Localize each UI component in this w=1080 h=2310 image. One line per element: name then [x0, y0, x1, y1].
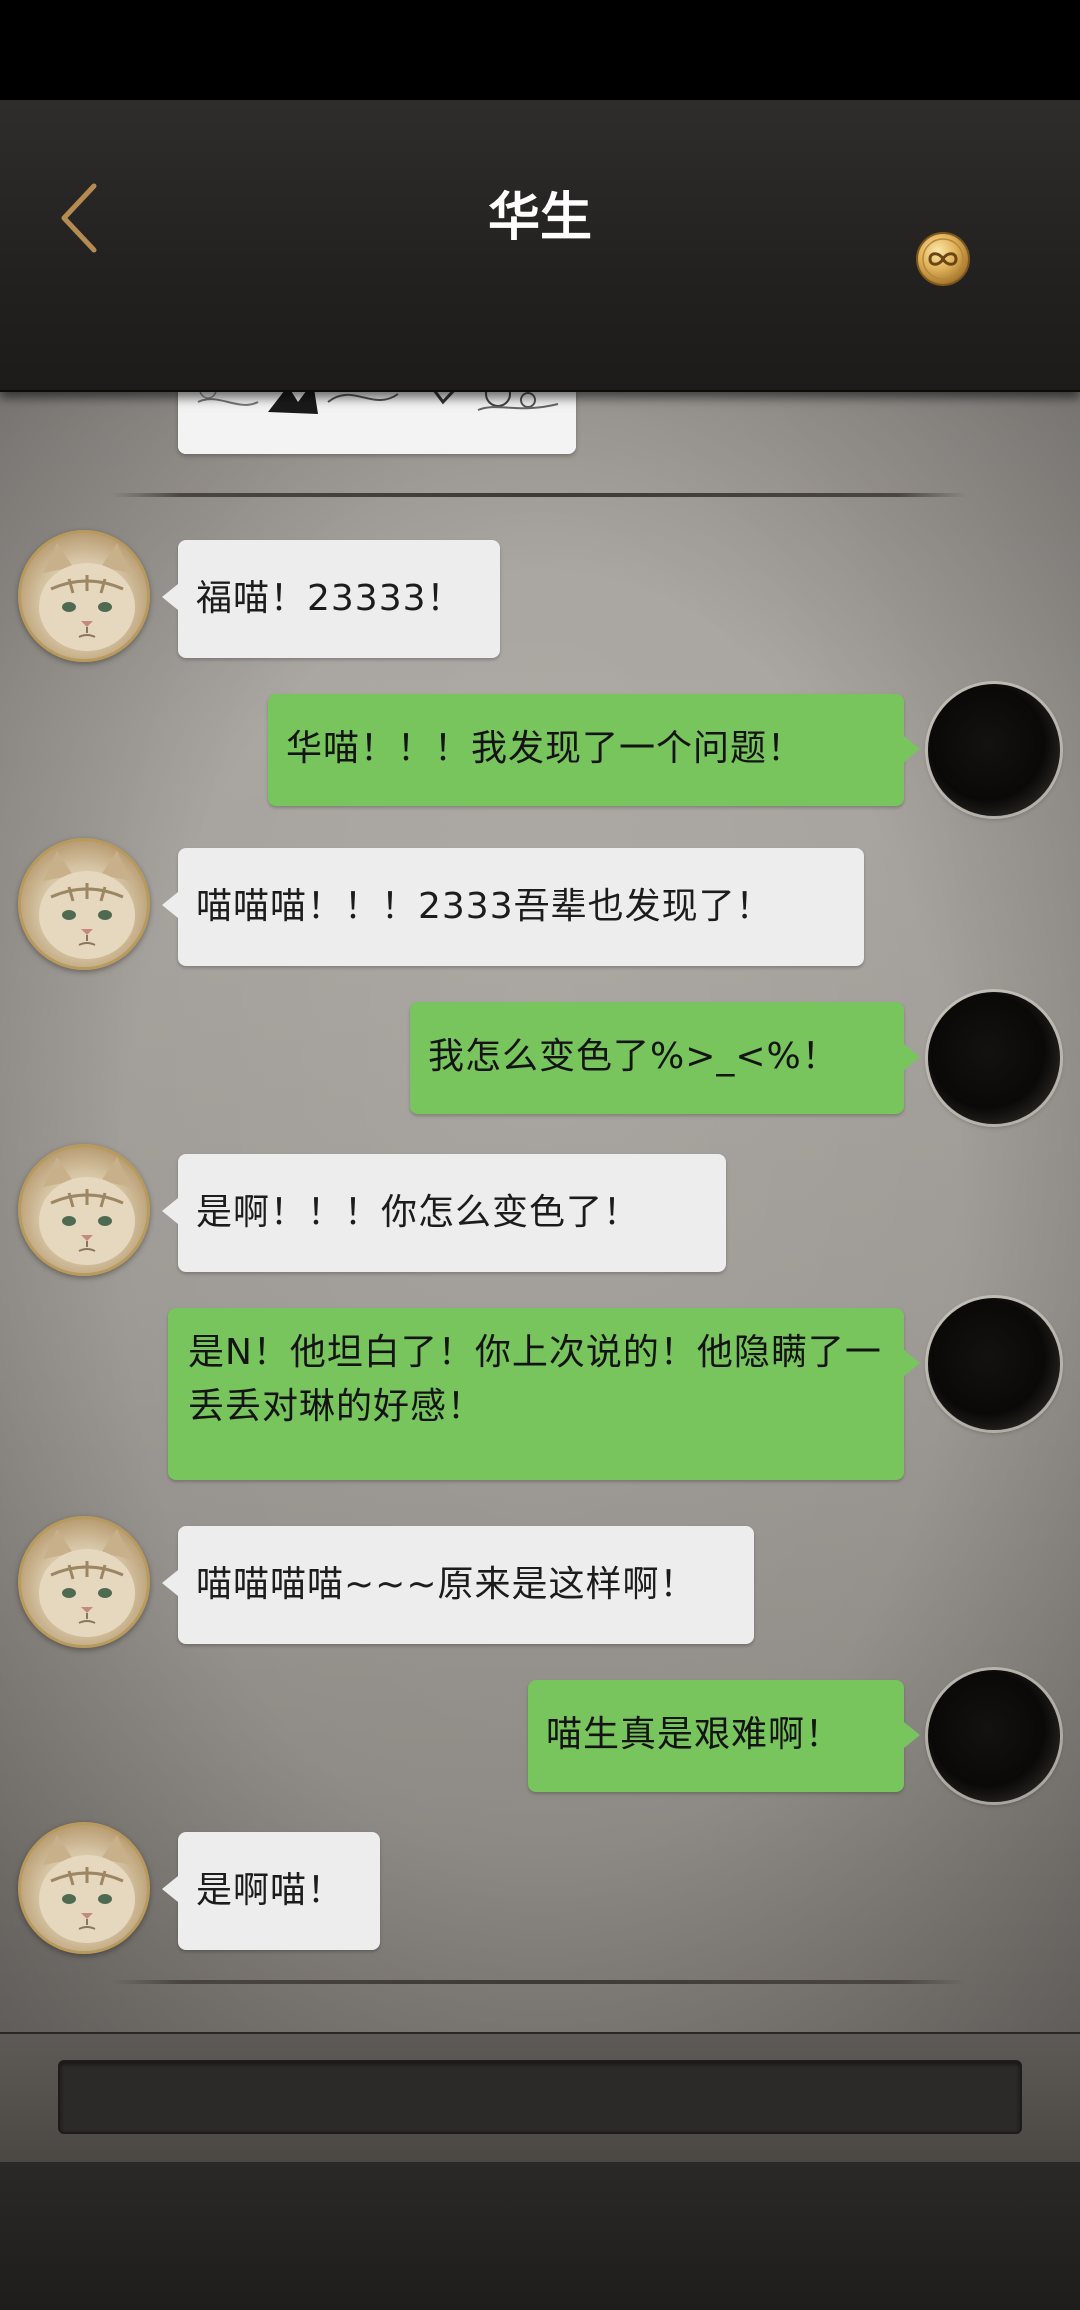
message-bubble-incoming[interactable]: 是啊！！！你怎么变色了！ — [162, 1154, 726, 1272]
message-bubble-incoming[interactable]: 是啊喵！ — [162, 1832, 380, 1950]
cat-avatar[interactable] — [18, 1516, 150, 1648]
divider-top — [112, 493, 966, 497]
input-bar — [0, 2032, 1080, 2162]
comic-image — [178, 392, 576, 454]
message-bubble-outgoing[interactable]: 华喵！！！我发现了一个问题！ — [268, 694, 920, 806]
user-avatar[interactable] — [928, 1298, 1060, 1430]
infinity-coin-icon[interactable] — [914, 230, 972, 288]
status-bar — [0, 0, 1080, 100]
image-message[interactable] — [178, 392, 576, 454]
message-bubble-incoming[interactable]: 喵喵喵！！！2333吾辈也发现了！ — [162, 848, 864, 966]
user-avatar[interactable] — [928, 1670, 1060, 1802]
message-bubble-outgoing[interactable]: 喵生真是艰难啊！ — [528, 1680, 920, 1792]
message-bubble-incoming[interactable]: 福喵！23333！ — [162, 540, 500, 658]
message-bubble-incoming[interactable]: 喵喵喵喵~~~原来是这样啊！ — [162, 1526, 754, 1644]
divider-bottom — [112, 1980, 966, 1984]
cat-avatar[interactable] — [18, 1822, 150, 1954]
cat-avatar[interactable] — [18, 838, 150, 970]
message-input[interactable] — [58, 2060, 1022, 2134]
message-bubble-outgoing[interactable]: 是N！他坦白了！你上次说的！他隐瞒了一丢丢对琳的好感！ — [168, 1308, 920, 1480]
cat-avatar[interactable] — [18, 1144, 150, 1276]
user-avatar[interactable] — [928, 684, 1060, 816]
cat-avatar[interactable] — [18, 530, 150, 662]
bottom-area — [0, 2162, 1080, 2310]
user-avatar[interactable] — [928, 992, 1060, 1124]
chat-area[interactable]: 福喵！23333！ 华喵！！！我发现了一个问题！ 喵喵喵！！！2333吾辈也发现… — [0, 392, 1080, 2032]
message-bubble-outgoing[interactable]: 我怎么变色了%>_<%！ — [410, 1002, 920, 1114]
